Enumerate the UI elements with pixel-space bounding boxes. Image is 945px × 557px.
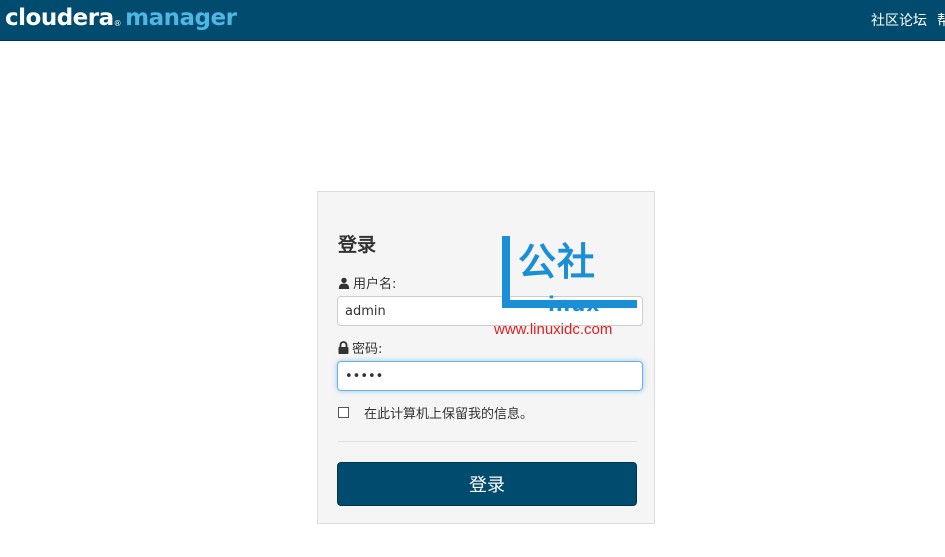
top-navbar: cloudera® manager 社区论坛帮: [0, 0, 945, 41]
top-links: 社区论坛帮: [861, 10, 945, 30]
remember-me-row: 在此计算机上保留我的信息。: [338, 403, 533, 422]
password-label-text: 密码:: [352, 342, 383, 357]
lock-icon: [338, 341, 349, 354]
password-label: 密码:: [338, 338, 382, 357]
watermark-bar-vertical: [502, 236, 510, 308]
login-button[interactable]: 登录: [337, 462, 637, 506]
login-title: 登录: [338, 234, 377, 256]
cloudera-manager-logo[interactable]: cloudera® manager: [5, 3, 237, 33]
watermark-url: www.linuxidc.com: [494, 321, 613, 338]
linuxidc-watermark: 公社 inux www.linuxidc.com: [494, 236, 644, 346]
remember-me-checkbox[interactable]: [338, 407, 349, 418]
logo-product: manager: [125, 5, 237, 31]
community-forum-link[interactable]: 社区论坛: [871, 13, 927, 29]
help-link[interactable]: 帮: [937, 13, 945, 29]
divider: [338, 441, 637, 442]
user-icon: [338, 277, 350, 289]
logo-trademark: ®: [113, 19, 122, 28]
watermark-linux-text: inux: [548, 292, 601, 316]
password-input[interactable]: [337, 361, 643, 391]
logo-brand: cloudera: [5, 5, 114, 31]
remember-me-label[interactable]: 在此计算机上保留我的信息。: [364, 403, 533, 422]
username-label: 用户名:: [338, 273, 396, 292]
username-label-text: 用户名:: [353, 277, 397, 292]
watermark-cn-text: 公社: [518, 240, 597, 284]
